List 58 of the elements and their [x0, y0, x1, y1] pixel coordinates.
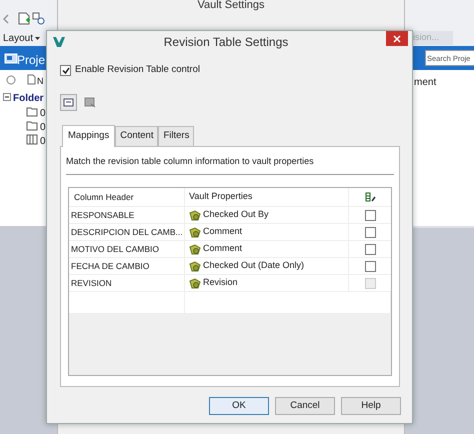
- logo-icon: [52, 36, 66, 48]
- document-icon: [27, 74, 36, 85]
- property-icon: [189, 260, 201, 272]
- property-icon: [189, 244, 201, 254]
- tree-item[interactable]: 0: [40, 120, 46, 135]
- checkbox[interactable]: [364, 226, 376, 238]
- checkbox[interactable]: [364, 210, 376, 220]
- table-cell: RESPONSABLE: [69, 207, 185, 223]
- new-document-icon[interactable]: [18, 12, 30, 25]
- copy-icon[interactable]: [32, 12, 45, 25]
- edit-column-icon: [364, 192, 376, 202]
- close-button[interactable]: [386, 31, 408, 46]
- property-icon: [189, 278, 201, 288]
- toolbar-button[interactable]: [60, 94, 77, 112]
- column-header: N: [37, 75, 44, 88]
- table-cell-text: Revision: [203, 276, 238, 290]
- tree-item[interactable]: 0: [40, 134, 46, 149]
- table-cell: FECHA DE CAMBIO: [69, 258, 185, 274]
- library-icon: [26, 134, 38, 145]
- checkbox[interactable]: [364, 260, 376, 272]
- table-cell-text: Comment: [203, 225, 242, 238]
- panel-title: Proje: [17, 52, 46, 69]
- checkbox-label: Enable Revision Table control: [75, 63, 200, 77]
- folder-icon: [26, 120, 38, 131]
- column-header: Column Header: [69, 188, 185, 206]
- table-cell-text: Comment: [203, 242, 242, 256]
- table-cell: MOTIVO DEL CAMBIO: [69, 241, 185, 257]
- tree-item[interactable]: Folder: [13, 91, 44, 106]
- collapse-icon[interactable]: [3, 93, 11, 101]
- checkbox[interactable]: [60, 64, 71, 76]
- tree-item[interactable]: 0: [40, 106, 46, 121]
- folder-icon: [26, 106, 38, 117]
- property-icon: [189, 210, 201, 220]
- table-icon: [62, 98, 74, 108]
- dialog-button[interactable]: Help: [341, 397, 401, 415]
- column-header: ment: [414, 76, 436, 90]
- tab[interactable]: Content: [115, 126, 158, 146]
- caret-icon: [35, 37, 40, 40]
- window-title: Vault Settings: [196, 0, 266, 13]
- panel-icon: [4, 52, 18, 64]
- property-icon: [189, 226, 201, 238]
- check-icon: [62, 66, 70, 74]
- table-cell-text: Checked Out (Date Only): [203, 259, 304, 272]
- tab[interactable]: Mappings: [62, 125, 116, 146]
- description-text: Match the revision table column information to vault properties: [66, 154, 394, 175]
- table-icon: [84, 97, 96, 108]
- tab[interactable]: Filters: [158, 126, 194, 146]
- column-header: Vault Properties: [185, 188, 349, 206]
- dialog-button[interactable]: OK: [209, 397, 269, 415]
- checkbox[interactable]: [364, 244, 376, 254]
- table-cell: REVISION: [69, 275, 185, 291]
- close-icon: [393, 34, 401, 42]
- layout-menu[interactable]: Layout: [3, 31, 40, 46]
- window-title: Revision Table Settings: [162, 34, 290, 51]
- table-cell-text: Checked Out By: [203, 208, 269, 222]
- table-cell: DESCRIPCION DEL CAMB...: [69, 224, 185, 240]
- radio-icon: [6, 75, 16, 85]
- dialog-button[interactable]: Cancel: [275, 397, 335, 415]
